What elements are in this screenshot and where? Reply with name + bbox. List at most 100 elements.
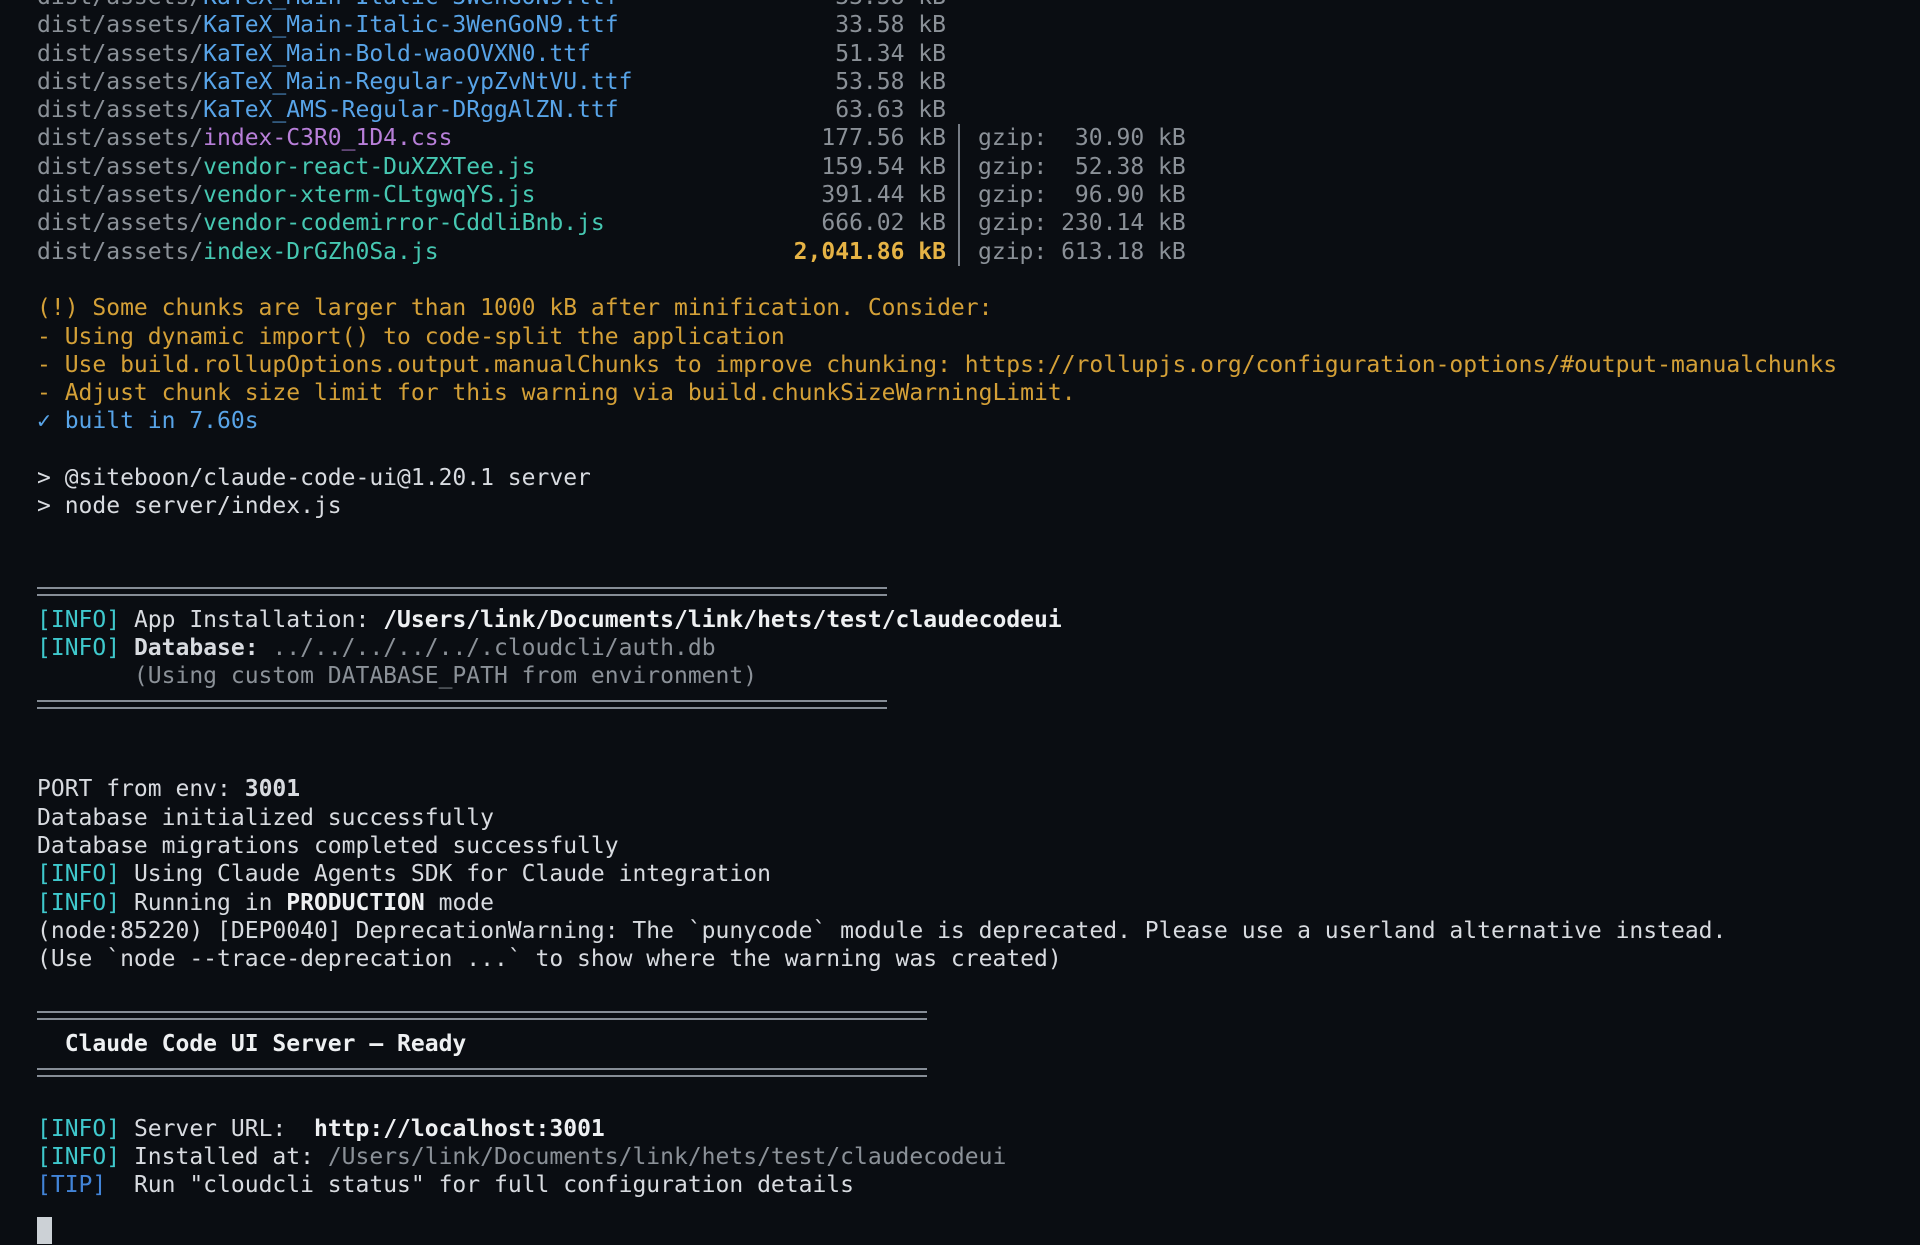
file-size: 53.58 kB — [835, 68, 946, 96]
terminal-line: > @siteboon/claude-code-ui@1.20.1 server — [37, 464, 1920, 492]
terminal-line: dist/assets/index-DrGZh0Sa.js2,041.86 kB… — [37, 238, 1920, 266]
terminal-line — [37, 577, 1920, 605]
double-rule — [37, 1011, 927, 1020]
url-text[interactable]: http://localhost:3001 — [314, 1115, 605, 1143]
build-output-row: dist/assets/index-C3R0_1D4.css177.56 kB — [37, 124, 946, 152]
terminal-line: [INFO] Running in PRODUCTION mode — [37, 889, 1920, 917]
text-span: ../../../../../.cloudcli/auth.db — [272, 634, 715, 662]
build-output-row: dist/assets/KaTeX_Main-Italic-3WenGoN9.t… — [37, 0, 946, 11]
text-span: Run "cloudcli status" for full configura… — [106, 1171, 854, 1199]
text-span: [INFO] — [37, 889, 120, 917]
build-output-row: dist/assets/KaTeX_AMS-Regular-DRggAlZN.t… — [37, 96, 946, 124]
text-span: - Using dynamic import() to code-split t… — [37, 323, 785, 351]
text-span: - Use build.rollupOptions.output.manualC… — [37, 351, 965, 379]
file-size: 159.54 kB — [821, 153, 946, 181]
file-name: vendor-xterm-CLtgwqYS.js — [203, 182, 535, 208]
build-output-row: dist/assets/index-DrGZh0Sa.js2,041.86 kB — [37, 238, 946, 266]
text-span: [INFO] — [37, 1115, 120, 1143]
file-path-prefix: dist/assets/ — [37, 97, 203, 123]
file-path-prefix: dist/assets/ — [37, 0, 203, 10]
terminal-line — [37, 1058, 1920, 1086]
file-path-prefix: dist/assets/ — [37, 154, 203, 180]
terminal-line — [37, 690, 1920, 718]
text-span: Installed at: — [120, 1143, 328, 1171]
text-span: [TIP] — [37, 1171, 106, 1199]
terminal-line: dist/assets/vendor-react-DuXZXTee.js159.… — [37, 153, 1920, 181]
gzip-size: gzip: 96.90 kB — [958, 181, 1186, 209]
terminal-line: > node server/index.js — [37, 492, 1920, 520]
file-size: 391.44 kB — [821, 181, 946, 209]
terminal-line: dist/assets/KaTeX_Main-Italic-3WenGoN9.t… — [37, 11, 1920, 39]
text-span: > node server/index.js — [37, 492, 342, 520]
terminal-line: (node:85220) [DEP0040] DeprecationWarnin… — [37, 917, 1920, 945]
text-span: ✓ built in 7.60s — [37, 407, 259, 435]
file-name: KaTeX_Main-Bold-waoOVXN0.ttf — [203, 41, 591, 67]
terminal-line: [INFO] Installed at: /Users/link/Documen… — [37, 1143, 1920, 1171]
terminal-line: Claude Code UI Server – Ready — [37, 1030, 1920, 1058]
text-span: [INFO] — [37, 1143, 120, 1171]
file-path-prefix: dist/assets/ — [37, 69, 203, 95]
text-span: /Users/link/Documents/link/hets/test/cla… — [383, 606, 1062, 634]
terminal-line: - Adjust chunk size limit for this warni… — [37, 379, 1920, 407]
text-span: Database initialized successfully — [37, 804, 494, 832]
terminal-line — [37, 747, 1920, 775]
terminal-line: [INFO] Server URL: http://localhost:3001 — [37, 1115, 1920, 1143]
terminal-line: (Use `node --trace-deprecation ...` to s… — [37, 945, 1920, 973]
terminal-line: dist/assets/vendor-codemirror-CddliBnb.j… — [37, 209, 1920, 237]
text-span: - Adjust chunk size limit for this warni… — [37, 379, 1076, 407]
file-name: index-DrGZh0Sa.js — [203, 239, 438, 265]
url-text[interactable]: https://rollupjs.org/configuration-optio… — [965, 351, 1837, 379]
terminal-line: Database initialized successfully — [37, 804, 1920, 832]
build-output-row: dist/assets/vendor-codemirror-CddliBnb.j… — [37, 209, 946, 237]
terminal-line: [INFO] Database: ../../../../../.cloudcl… — [37, 634, 1920, 662]
terminal-line: (Using custom DATABASE_PATH from environ… — [37, 662, 1920, 690]
terminal[interactable]: dist/assets/KaTeX_Main-Italic-3WenGoN9.t… — [0, 0, 1920, 1213]
text-span: Database: — [134, 634, 259, 662]
terminal-line: - Using dynamic import() to code-split t… — [37, 323, 1920, 351]
gzip-size: gzip: 230.14 kB — [958, 209, 1186, 237]
text-span: [INFO] — [37, 606, 120, 634]
terminal-line: dist/assets/index-C3R0_1D4.css177.56 kB g… — [37, 124, 1920, 152]
file-name: KaTeX_Main-Italic-3WenGoN9.ttf — [203, 12, 618, 38]
file-size: 666.02 kB — [821, 209, 946, 237]
text-span: PRODUCTION — [286, 889, 424, 917]
text-span — [37, 1030, 65, 1058]
gzip-size: gzip: 52.38 kB — [958, 153, 1186, 181]
file-name: KaTeX_AMS-Regular-DRggAlZN.ttf — [203, 97, 618, 123]
file-path-prefix: dist/assets/ — [37, 210, 203, 236]
file-name: vendor-codemirror-CddliBnb.js — [203, 210, 605, 236]
file-path-prefix: dist/assets/ — [37, 41, 203, 67]
file-path-prefix: dist/assets/ — [37, 182, 203, 208]
terminal-line — [37, 549, 1920, 577]
terminal-line: dist/assets/KaTeX_Main-Regular-ypZvNtVU.… — [37, 68, 1920, 96]
terminal-line — [37, 973, 1920, 1001]
text-span: (Using custom DATABASE_PATH from environ… — [37, 662, 757, 690]
file-size: 33.58 kB — [835, 11, 946, 39]
terminal-line: PORT from env: 3001 — [37, 775, 1920, 803]
terminal-line — [37, 1002, 1920, 1030]
terminal-cursor — [37, 1217, 52, 1244]
build-output-row: dist/assets/KaTeX_Main-Bold-waoOVXN0.ttf… — [37, 40, 946, 68]
text-span: App Installation: — [120, 606, 383, 634]
file-path-prefix: dist/assets/ — [37, 12, 203, 38]
terminal-line — [37, 436, 1920, 464]
build-output-row: dist/assets/vendor-xterm-CLtgwqYS.js 391.… — [37, 181, 946, 209]
terminal-line: [INFO] App Installation: /Users/link/Doc… — [37, 606, 1920, 634]
double-rule — [37, 700, 887, 709]
build-output-row: dist/assets/vendor-react-DuXZXTee.js159.… — [37, 153, 946, 181]
terminal-line — [37, 719, 1920, 747]
file-name: index-C3R0_1D4.css — [203, 125, 452, 151]
gzip-size: gzip: 30.90 kB — [958, 124, 1186, 152]
gzip-size: gzip: 613.18 kB — [958, 238, 1186, 266]
terminal-line: [TIP] Run "cloudcli status" for full con… — [37, 1171, 1920, 1199]
terminal-line — [37, 266, 1920, 294]
text-span: 3001 — [245, 775, 300, 803]
text-span: Server URL: — [120, 1115, 314, 1143]
text-span: PORT from env: — [37, 775, 245, 803]
file-size: 63.63 kB — [835, 96, 946, 124]
text-span: Claude Code UI Server – Ready — [65, 1030, 467, 1058]
terminal-line: dist/assets/KaTeX_Main-Bold-waoOVXN0.ttf… — [37, 40, 1920, 68]
file-size: 2,041.86 kB — [794, 238, 946, 266]
file-name: KaTeX_Main-Italic-3WenGoN9.ttf — [203, 0, 618, 10]
text-span: mode — [425, 889, 494, 917]
